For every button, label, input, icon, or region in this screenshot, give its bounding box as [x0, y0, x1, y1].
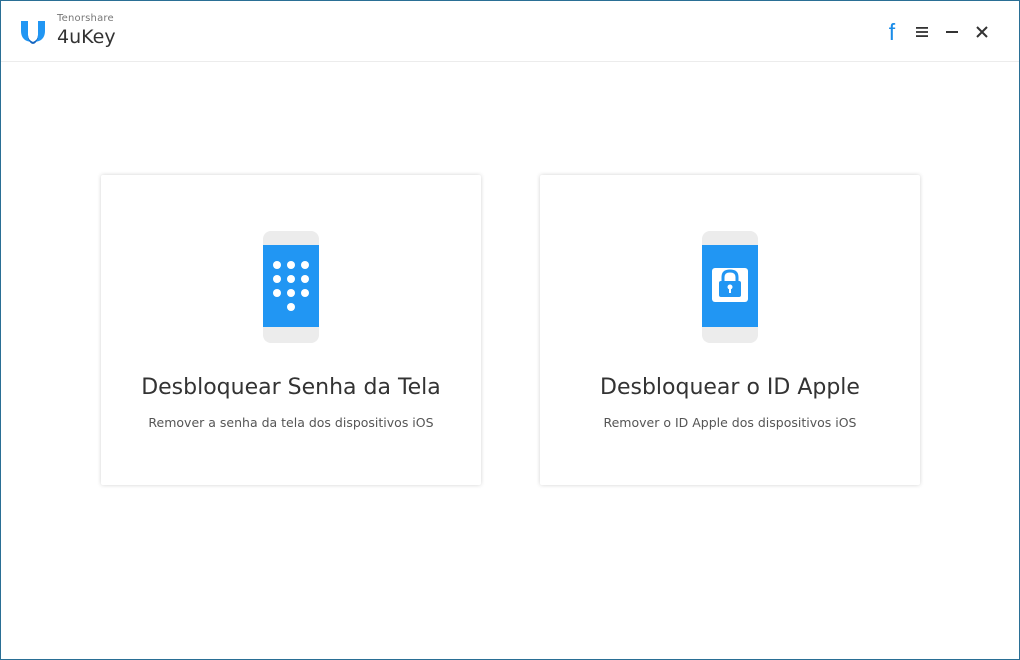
- phone-keypad-icon: [263, 231, 319, 343]
- card-title: Desbloquear Senha da Tela: [141, 375, 441, 400]
- minimize-icon: [946, 31, 958, 33]
- title-bar: Tenorshare 4uKey f: [1, 1, 1019, 62]
- close-button[interactable]: [967, 19, 997, 45]
- minimize-button[interactable]: [937, 19, 967, 45]
- close-icon: [976, 26, 988, 38]
- unlock-screen-passcode-card[interactable]: Desbloquear Senha da Tela Remover a senh…: [101, 175, 481, 485]
- menu-icon: [916, 27, 928, 37]
- card-subtitle: Remover a senha da tela dos dispositivos…: [148, 415, 434, 430]
- 4ukey-logo-icon: [21, 21, 45, 44]
- facebook-button[interactable]: f: [877, 19, 907, 45]
- facebook-icon: f: [888, 19, 896, 45]
- product-name: 4uKey: [57, 26, 116, 48]
- window-controls: f: [877, 19, 997, 45]
- unlock-apple-id-card[interactable]: Desbloquear o ID Apple Remover o ID Appl…: [540, 175, 920, 485]
- phone-lock-icon: [702, 231, 758, 343]
- app-window: Tenorshare 4uKey f Desbloquear Senha da …: [0, 0, 1020, 660]
- brand: Tenorshare 4uKey: [57, 13, 116, 48]
- company-name: Tenorshare: [57, 13, 114, 24]
- card-subtitle: Remover o ID Apple dos dispositivos iOS: [603, 415, 857, 430]
- card-title: Desbloquear o ID Apple: [600, 375, 860, 400]
- menu-button[interactable]: [907, 19, 937, 45]
